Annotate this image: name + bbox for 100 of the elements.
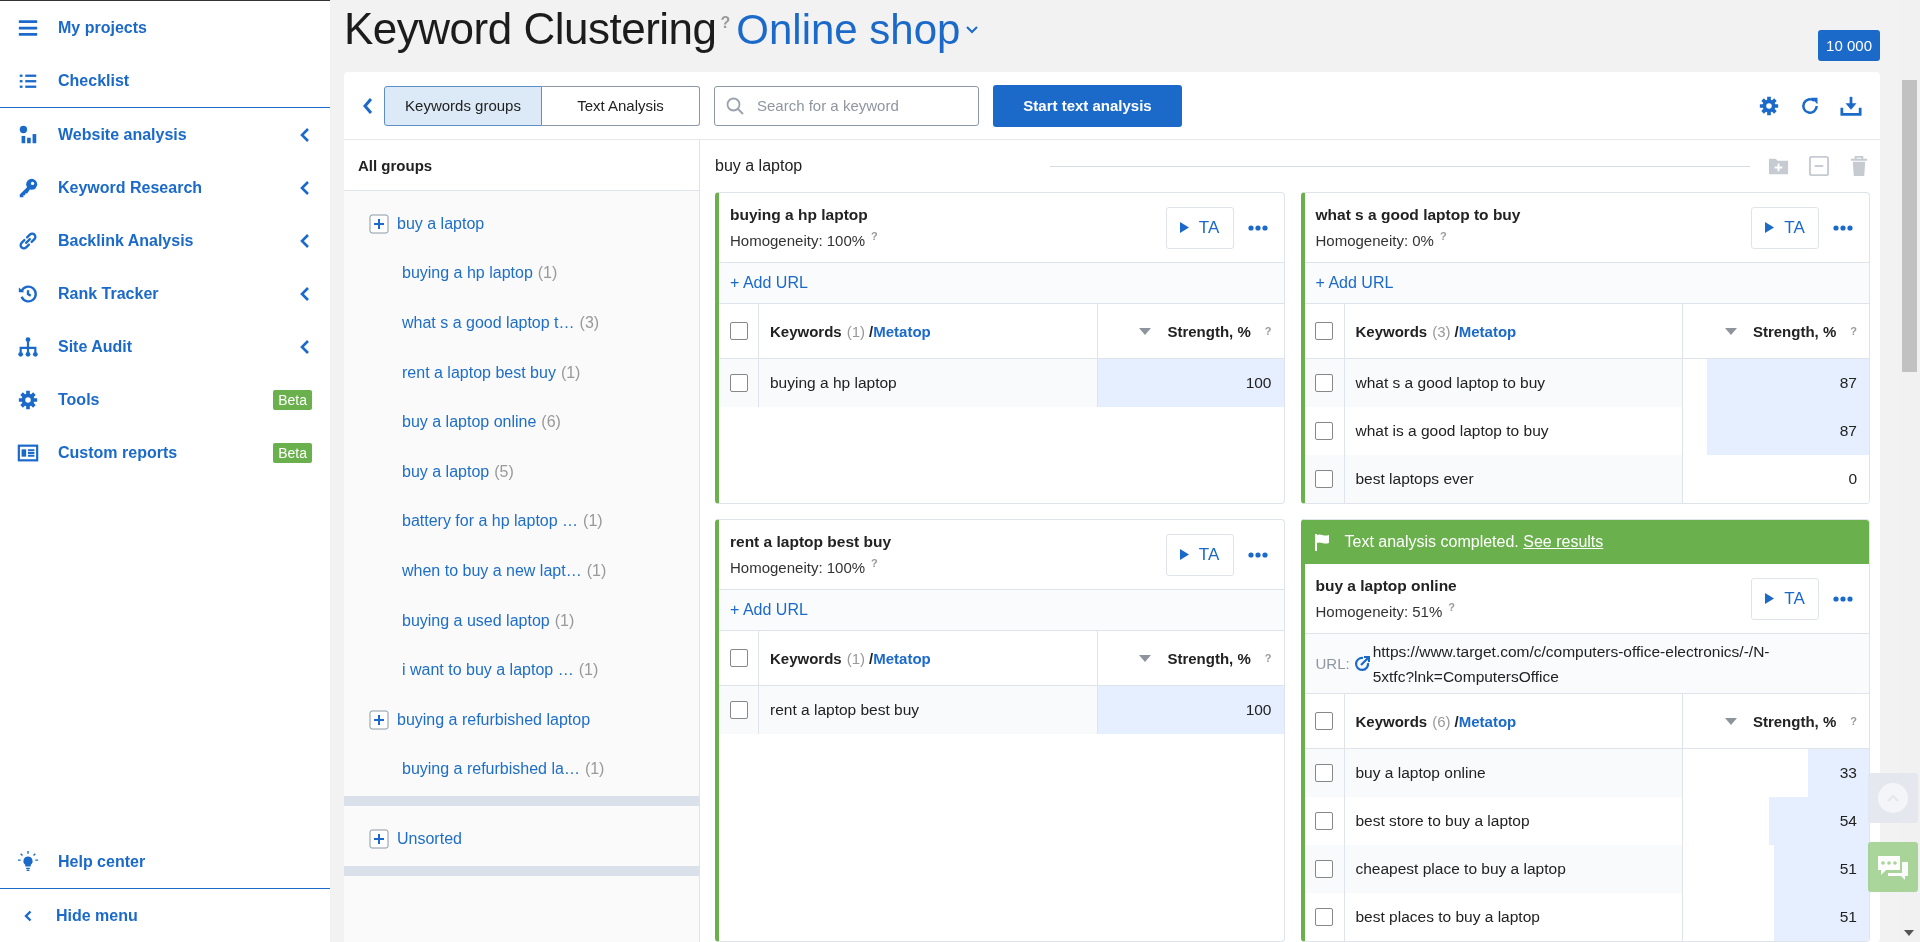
sidebar-item[interactable]: Backlink Analysis: [0, 214, 330, 267]
subgroup-item[interactable]: buying a used laptop (1): [344, 595, 699, 646]
subgroup-item[interactable]: rent a laptop best buy (1): [344, 347, 699, 398]
sidebar-item[interactable]: Custom reports Beta: [0, 426, 330, 479]
url-label: URL:: [1315, 655, 1350, 672]
metatop-link[interactable]: Metatop: [1458, 322, 1517, 340]
add-url-link[interactable]: + Add URL: [730, 274, 808, 292]
scrollbar-thumb[interactable]: [1902, 80, 1917, 372]
checkbox[interactable]: [1315, 374, 1333, 392]
separator-slash: /: [1454, 322, 1459, 340]
checkbox[interactable]: [1315, 860, 1333, 878]
tab[interactable]: Keywords groups: [384, 85, 542, 126]
more-icon[interactable]: [1833, 224, 1853, 231]
checkbox[interactable]: [1315, 422, 1333, 440]
strength-value: 33: [1839, 764, 1858, 782]
play-icon: [1179, 549, 1189, 560]
search-field[interactable]: Search for a keyword: [714, 85, 979, 126]
help-mark[interactable]: ?: [1850, 325, 1857, 337]
keyword-count: (1): [846, 322, 866, 340]
history-icon: [17, 282, 39, 305]
group-item[interactable]: buying a refurbished laptop: [344, 694, 699, 745]
help-mark[interactable]: ?: [871, 230, 878, 242]
sidebar-item[interactable]: Checklist: [0, 54, 330, 107]
keyword-count: (1): [846, 649, 866, 667]
checkbox[interactable]: [1315, 322, 1333, 340]
chart-icon: [17, 123, 39, 146]
help-mark[interactable]: ?: [1448, 601, 1455, 613]
ta-button[interactable]: TA: [1165, 533, 1234, 576]
start-analysis-button[interactable]: Start text analysis: [993, 84, 1182, 127]
subgroup-item[interactable]: what s a good laptop t… (3): [344, 298, 699, 348]
external-link-icon[interactable]: [1353, 655, 1370, 672]
keyword-cell: what s a good laptop to buy: [1355, 374, 1546, 392]
keyword-cell: what is a good laptop to buy: [1355, 422, 1549, 440]
checkbox[interactable]: [729, 701, 748, 719]
subgroup-item[interactable]: buying a refurbished la… (1): [344, 744, 699, 795]
sidebar-item[interactable]: Rank Tracker: [0, 267, 330, 320]
checkbox[interactable]: [729, 374, 748, 392]
subgroup-item[interactable]: when to buy a new lapt… (1): [344, 546, 699, 596]
refresh-icon[interactable]: [1800, 95, 1820, 116]
help-mark[interactable]: ?: [1850, 715, 1857, 727]
add-url-link[interactable]: + Add URL: [1315, 274, 1394, 292]
subgroup-item[interactable]: battery for a hp laptop … (1): [344, 496, 699, 547]
sort-caret-icon[interactable]: [1139, 327, 1152, 335]
project-dropdown[interactable]: Online shop: [736, 6, 979, 54]
settings-icon[interactable]: [1758, 94, 1780, 117]
column-header[interactable]: Strength, %: [1167, 322, 1251, 340]
checkbox[interactable]: [1315, 764, 1333, 782]
ta-button[interactable]: TA: [1751, 577, 1819, 620]
sidebar-item[interactable]: My projects: [0, 1, 330, 54]
checkbox[interactable]: [1315, 712, 1333, 730]
more-icon[interactable]: [1247, 551, 1268, 558]
download-icon[interactable]: [1840, 94, 1862, 117]
ta-button[interactable]: TA: [1165, 206, 1234, 249]
homogeneity-label: Homogeneity: 51%: [1315, 603, 1443, 620]
column-header[interactable]: Strength, %: [1752, 712, 1837, 730]
group-item[interactable]: Unsorted: [344, 814, 699, 864]
more-icon[interactable]: [1247, 224, 1268, 231]
keyword-cell: buying a hp laptop: [770, 374, 897, 392]
checkbox[interactable]: [729, 322, 748, 340]
column-header[interactable]: Strength, %: [1752, 322, 1837, 340]
sidebar-item[interactable]: Tools Beta: [0, 373, 330, 426]
separator-slash: /: [1454, 712, 1459, 730]
plus-square-icon: [369, 213, 389, 234]
checkbox[interactable]: [1315, 908, 1333, 926]
status-message: Text analysis completed. See results: [1344, 533, 1604, 551]
checkbox[interactable]: [1315, 812, 1333, 830]
sort-caret-icon[interactable]: [1139, 654, 1152, 662]
sidebar-item[interactable]: Website analysis: [0, 108, 330, 161]
card-title: rent a laptop best buy: [730, 533, 893, 551]
metatop-link[interactable]: Metatop: [873, 649, 931, 667]
checkbox[interactable]: [1315, 470, 1333, 488]
sidebar-item[interactable]: Keyword Research: [0, 161, 330, 214]
sidebar-item[interactable]: Site Audit: [0, 320, 330, 373]
ta-button[interactable]: TA: [1751, 206, 1819, 249]
sort-caret-icon[interactable]: [1724, 717, 1737, 725]
metatop-link[interactable]: Metatop: [873, 322, 931, 340]
metatop-link[interactable]: Metatop: [1458, 712, 1517, 730]
strength-value: 87: [1839, 374, 1858, 392]
tab[interactable]: Text Analysis: [542, 85, 700, 126]
hide-menu-button[interactable]: Hide menu: [0, 889, 330, 942]
help-mark[interactable]: ?: [1264, 325, 1272, 337]
add-url-link[interactable]: + Add URL: [730, 601, 808, 619]
subgroup-item[interactable]: i want to buy a laptop … (1): [344, 645, 699, 695]
scroll-down-icon[interactable]: [1904, 930, 1914, 936]
sidebar-item[interactable]: Help center: [0, 835, 330, 888]
help-mark[interactable]: ?: [1264, 652, 1272, 664]
more-icon[interactable]: [1833, 595, 1853, 602]
subgroup-item[interactable]: buy a laptop (5): [344, 446, 699, 497]
groups-heading[interactable]: All groups: [344, 140, 699, 191]
checkbox[interactable]: [729, 649, 748, 667]
play-icon: [1765, 222, 1775, 233]
group-item[interactable]: buy a laptop: [344, 199, 699, 249]
subgroup-item[interactable]: buy a laptop online (6): [344, 397, 699, 447]
column-header[interactable]: Strength, %: [1167, 649, 1251, 667]
subgroup-item[interactable]: buying a hp laptop (1): [344, 248, 699, 299]
beta-badge: Beta: [273, 389, 312, 410]
sort-caret-icon[interactable]: [1724, 327, 1737, 335]
back-icon[interactable]: [362, 96, 374, 115]
help-mark[interactable]: ?: [1439, 230, 1447, 242]
help-mark[interactable]: ?: [871, 557, 878, 569]
